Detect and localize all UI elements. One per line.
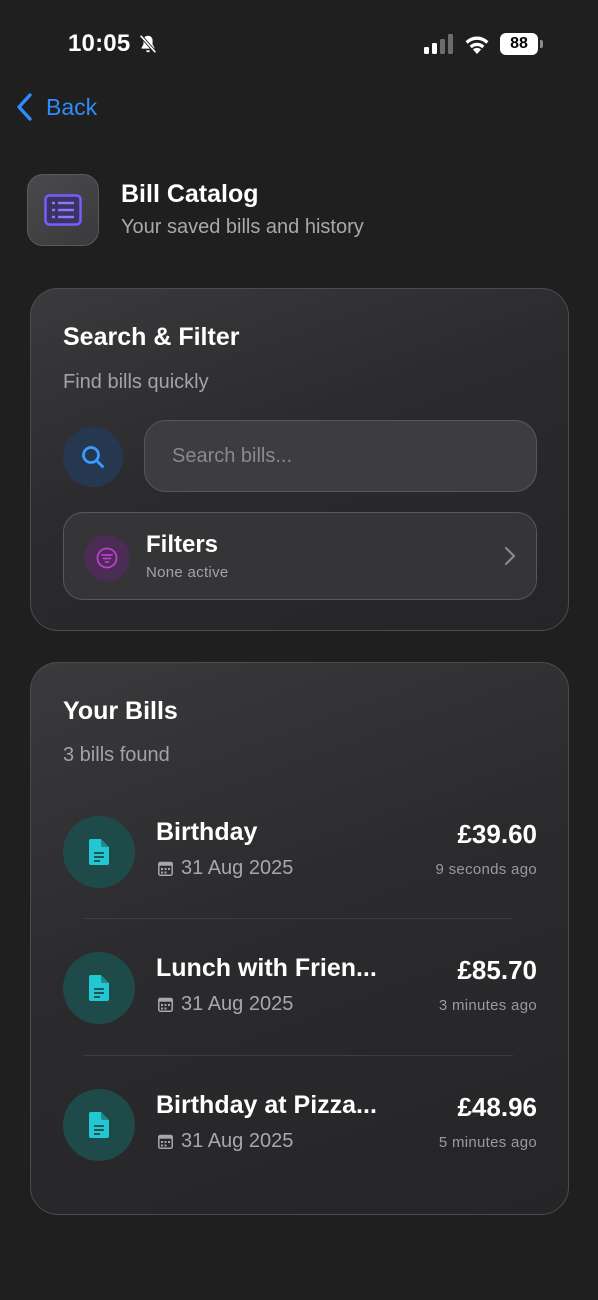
status-bar: 10:05 88	[0, 0, 598, 90]
filter-icon	[96, 547, 118, 569]
document-icon	[89, 975, 109, 1001]
bill-date: 31 Aug 2025	[181, 993, 294, 1015]
bill-amount: £39.60	[457, 819, 537, 849]
app-icon	[27, 174, 99, 246]
chevron-right-icon	[504, 546, 516, 566]
bell-slash-icon	[139, 34, 157, 54]
cellular-signal-icon	[424, 34, 453, 54]
bill-time-ago: 9 seconds ago	[435, 861, 537, 878]
chevron-left-icon	[17, 93, 32, 121]
bill-icon-badge	[63, 1089, 135, 1161]
bill-icon-badge	[63, 952, 135, 1024]
filters-button[interactable]: Filters None active	[63, 512, 537, 600]
bill-icon-badge	[63, 816, 135, 888]
battery-tip	[540, 40, 543, 48]
battery-level: 88	[500, 33, 538, 55]
bill-time-ago: 5 minutes ago	[438, 1134, 537, 1151]
status-time: 10:05	[68, 30, 131, 57]
filter-icon-badge	[84, 535, 130, 581]
bill-amount: £48.96	[457, 1092, 537, 1122]
document-icon	[89, 839, 109, 865]
page-subtitle: Your saved bills and history	[121, 216, 364, 238]
wifi-icon	[465, 36, 489, 54]
search-icon	[82, 446, 104, 468]
search-input[interactable]	[144, 420, 537, 492]
page-title: Bill Catalog	[121, 180, 259, 208]
bill-name: Birthday	[156, 818, 258, 846]
bill-row[interactable]: Birthday 31 Aug 2025 £39.60 9 seconds ag…	[31, 800, 570, 920]
bill-date-group: 31 Aug 2025	[158, 1130, 293, 1153]
list-icon	[44, 194, 82, 226]
filters-label: Filters	[146, 531, 219, 558]
bill-amount: £85.70	[457, 955, 537, 985]
bill-date: 31 Aug 2025	[181, 857, 294, 879]
search-filter-title: Search & Filter	[63, 323, 240, 351]
calendar-icon	[158, 997, 173, 1012]
bill-name: Lunch with Frien...	[156, 954, 377, 982]
bills-count: 3 bills found	[63, 744, 170, 766]
calendar-icon	[158, 1134, 173, 1149]
bill-date-group: 31 Aug 2025	[158, 857, 293, 880]
bills-card: Your Bills 3 bills found Birthday 31 Aug…	[30, 662, 569, 1215]
back-button[interactable]: Back	[14, 90, 97, 124]
document-icon	[89, 1112, 109, 1138]
bill-date: 31 Aug 2025	[181, 1130, 294, 1152]
search-filter-subtitle: Find bills quickly	[63, 371, 209, 393]
calendar-icon	[158, 861, 173, 876]
bill-row[interactable]: Birthday at Pizza... 31 Aug 2025 £48.96 …	[31, 1073, 570, 1193]
bill-row[interactable]: Lunch with Frien... 31 Aug 2025 £85.70 3…	[31, 936, 570, 1056]
search-button[interactable]	[63, 427, 123, 487]
back-label: Back	[46, 93, 98, 120]
search-filter-card: Search & Filter Find bills quickly Filte…	[30, 288, 569, 631]
divider	[83, 918, 513, 919]
bill-name: Birthday at Pizza...	[156, 1091, 377, 1119]
bills-title: Your Bills	[63, 697, 178, 725]
bill-time-ago: 3 minutes ago	[438, 997, 537, 1014]
bill-date-group: 31 Aug 2025	[158, 993, 293, 1016]
battery-icon: 88	[500, 33, 544, 55]
divider	[83, 1055, 513, 1056]
filters-status: None active	[146, 564, 229, 581]
